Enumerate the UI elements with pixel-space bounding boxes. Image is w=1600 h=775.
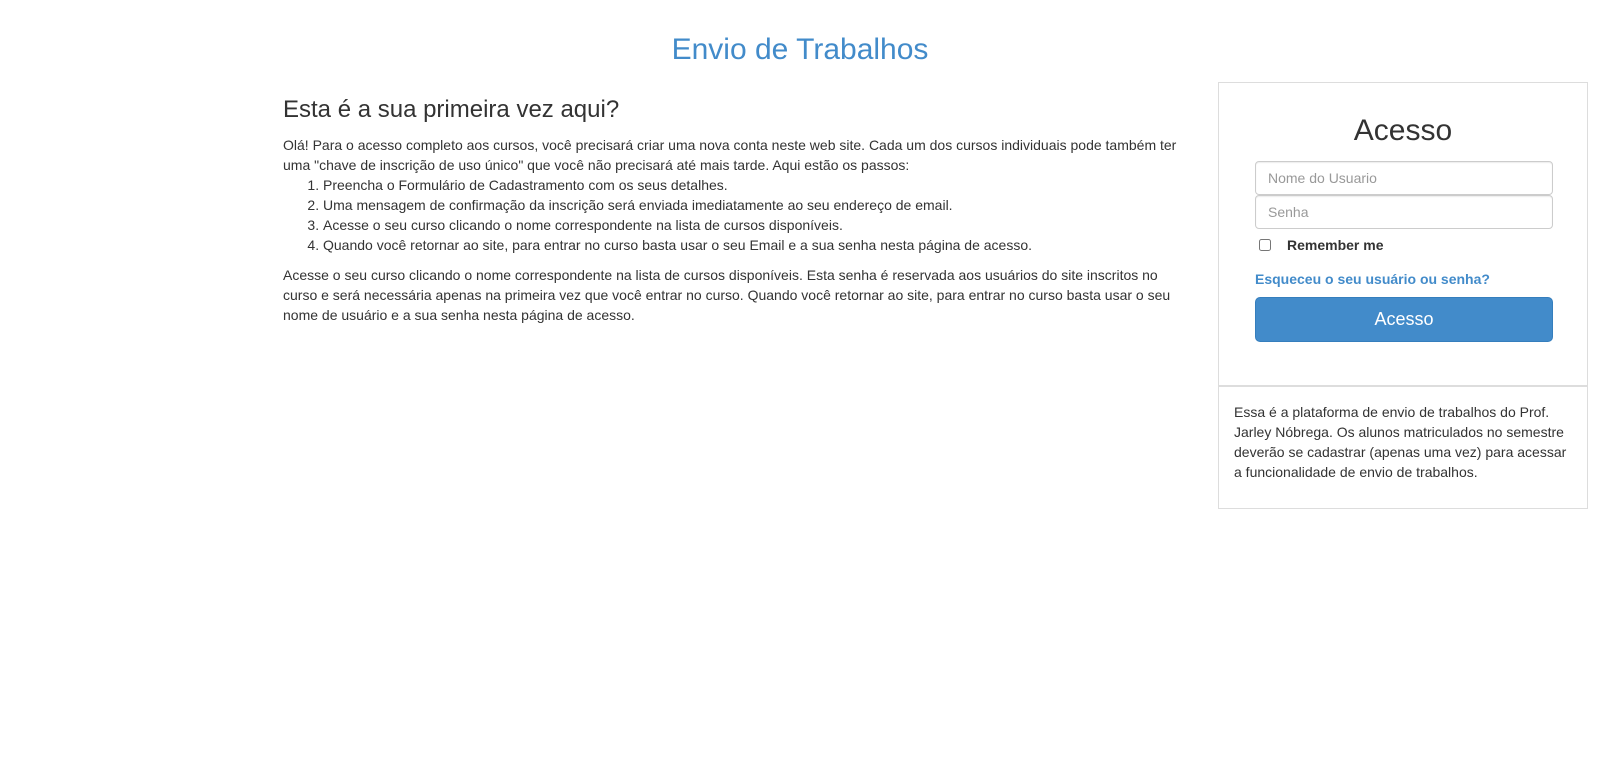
site-title: Envio de Trabalhos [671, 33, 929, 66]
forgot-password-link[interactable]: Esqueceu o seu usuário ou senha? [1255, 271, 1490, 287]
remember-me-label: Remember me [1287, 237, 1384, 253]
login-title: Acesso [1353, 114, 1453, 147]
step-item: Quando você retornar ao site, para entra… [323, 235, 1188, 255]
info-panel: Essa é a plataforma de envio de trabalho… [1218, 386, 1588, 509]
first-time-section: Esta é a sua primeira vez aqui? Olá! Par… [283, 94, 1188, 325]
closing-paragraph: Acesse o seu curso clicando o nome corre… [283, 267, 1171, 323]
step-item: Preencha o Formulário de Cadastramento c… [323, 175, 1188, 195]
login-panel: Acesso Remember me Esqueceu o seu usuári… [1218, 82, 1588, 386]
login-button[interactable]: Acesso [1255, 297, 1553, 342]
password-input[interactable] [1255, 195, 1553, 229]
username-input[interactable] [1255, 161, 1553, 195]
remember-me-checkbox[interactable] [1259, 239, 1271, 251]
step-item: Uma mensagem de confirmação da inscrição… [323, 195, 1188, 215]
intro-paragraph: Olá! Para o acesso completo aos cursos, … [283, 137, 1177, 173]
remember-me[interactable]: Remember me [1259, 237, 1384, 253]
steps-list: Preencha o Formulário de Cadastramento c… [283, 175, 1188, 255]
step-item: Acesse o seu curso clicando o nome corre… [323, 215, 1188, 235]
first-time-heading: Esta é a sua primeira vez aqui? [283, 96, 620, 123]
info-text: Essa é a plataforma de envio de trabalho… [1234, 404, 1567, 480]
